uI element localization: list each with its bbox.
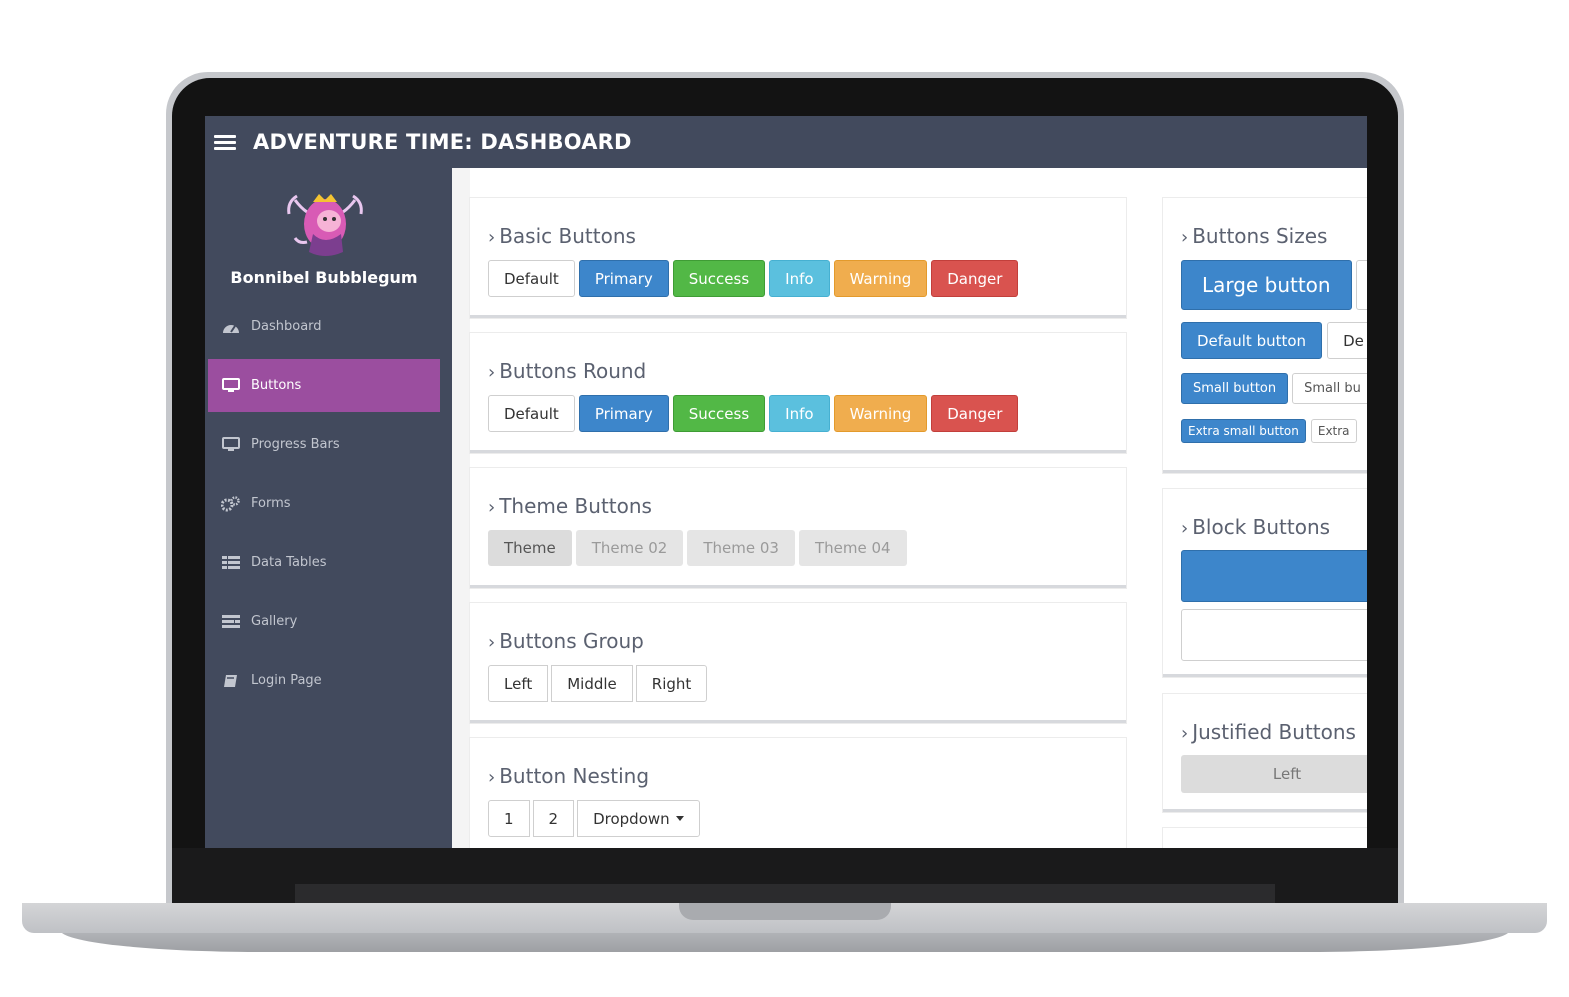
button-row: Default Primary Success Info Warning Dan… xyxy=(488,260,1019,297)
success-button[interactable]: Success xyxy=(672,260,766,297)
sidebar: Bonnibel Bubblegum Dashboard Buttons Pro… xyxy=(205,168,452,848)
sidebar-item-label: Progress Bars xyxy=(251,437,340,452)
dashboard-icon xyxy=(220,319,241,335)
sidebar-item-label: Buttons xyxy=(251,378,302,393)
dropdown-label: Dropdown xyxy=(593,809,670,828)
table-icon xyxy=(220,555,241,571)
group-right-button[interactable]: Right xyxy=(635,665,708,702)
default-button-row: Default button De xyxy=(1181,322,1367,359)
extra-small-default-button[interactable]: Extra xyxy=(1310,419,1357,443)
sidebar-item-label: Forms xyxy=(251,496,291,511)
panel-justified-buttons: › Justified Buttons Left xyxy=(1163,694,1367,812)
default-button[interactable]: Default xyxy=(488,260,575,297)
desktop-icon xyxy=(220,378,241,394)
top-bar: ADVENTURE TIME: DASHBOARD xyxy=(205,116,1367,168)
panel-title: › Buttons Sizes xyxy=(1181,224,1328,248)
sidebar-item-label: Dashboard xyxy=(251,319,322,334)
default-size-default-button[interactable]: De xyxy=(1327,322,1367,359)
group-left-button[interactable]: Left xyxy=(488,665,549,702)
sidebar-item-dashboard[interactable]: Dashboard xyxy=(208,300,440,353)
panel-title: › Buttons Group xyxy=(488,629,644,653)
caret-down-icon xyxy=(675,816,684,821)
panel-button-nesting: › Button Nesting 1 2 Dropdown xyxy=(470,738,1126,848)
user-name: Bonnibel Bubblegum xyxy=(230,268,418,287)
group-middle-button[interactable]: Middle xyxy=(551,665,633,702)
sidebar-item-progress-bars[interactable]: Progress Bars xyxy=(208,418,440,471)
sidebar-item-buttons[interactable]: Buttons xyxy=(208,359,440,412)
nesting-2-button[interactable]: 2 xyxy=(532,800,575,837)
primary-button[interactable]: Primary xyxy=(578,260,669,297)
default-button[interactable]: Default xyxy=(488,395,575,432)
button-group: 1 2 Dropdown xyxy=(488,800,700,837)
panel-theme-buttons: › Theme Buttons Theme Theme 02 Theme 03 T… xyxy=(470,468,1126,588)
book-icon xyxy=(220,673,241,689)
xsmall-button-row: Extra small button Extra xyxy=(1181,419,1357,443)
panel-title: › Justified Buttons xyxy=(1181,720,1356,744)
main-content: › Basic Buttons Default Primary Success I… xyxy=(452,168,1367,848)
warning-button[interactable]: Warning xyxy=(833,395,928,432)
panel-basic-buttons: › Basic Buttons Default Primary Success I… xyxy=(470,198,1126,318)
button-group: Left Middle Right xyxy=(488,665,708,702)
warning-button[interactable]: Warning xyxy=(833,260,928,297)
small-button-row: Small button Small bu xyxy=(1181,373,1367,404)
sidebar-item-data-tables[interactable]: Data Tables xyxy=(208,536,440,589)
info-button[interactable]: Info xyxy=(769,395,830,432)
extra-small-button[interactable]: Extra small button xyxy=(1181,419,1306,443)
primary-button[interactable]: Primary xyxy=(578,395,669,432)
small-button[interactable]: Small button xyxy=(1181,373,1289,404)
sidebar-item-forms[interactable]: Forms xyxy=(208,477,440,530)
panel-block-buttons: › Block Buttons xyxy=(1163,489,1367,677)
button-row: Default Primary Success Info Warning Dan… xyxy=(488,395,1019,432)
theme-button[interactable]: Theme xyxy=(488,530,572,566)
menu-icon[interactable] xyxy=(214,132,236,153)
gallery-icon xyxy=(220,614,241,630)
success-button[interactable]: Success xyxy=(672,395,766,432)
theme-04-button[interactable]: Theme 04 xyxy=(798,530,907,566)
panel-title: › Button Nesting xyxy=(488,764,650,788)
panel-buttons-group: › Buttons Group Left Middle Right xyxy=(470,603,1126,723)
nesting-1-button[interactable]: 1 xyxy=(488,800,530,837)
justified-left-button[interactable]: Left xyxy=(1181,755,1367,793)
app-title: ADVENTURE TIME: DASHBOARD xyxy=(253,130,632,154)
theme-03-button[interactable]: Theme 03 xyxy=(687,530,795,566)
sidebar-item-label: Login Page xyxy=(251,673,322,688)
cogs-icon xyxy=(220,495,241,512)
sidebar-item-login-page[interactable]: Login Page xyxy=(208,654,440,707)
desktop-icon xyxy=(220,437,241,453)
panel-buttons-sizes: › Buttons Sizes Large button Default butt… xyxy=(1163,198,1367,473)
content-gutter xyxy=(452,168,470,848)
large-button[interactable]: Large button xyxy=(1181,260,1352,310)
panel-title: › Buttons Round xyxy=(488,359,647,383)
avatar xyxy=(287,194,363,256)
panel-title: › Basic Buttons xyxy=(488,224,636,248)
default-size-button[interactable]: Default button xyxy=(1181,322,1323,359)
block-default-button[interactable] xyxy=(1181,609,1367,661)
sidebar-item-gallery[interactable]: Gallery xyxy=(208,595,440,648)
laptop-base-shadow xyxy=(60,930,1510,952)
sidebar-item-label: Gallery xyxy=(251,614,298,629)
danger-button[interactable]: Danger xyxy=(931,395,1019,432)
small-default-button[interactable]: Small bu xyxy=(1292,373,1367,404)
panel-next xyxy=(1163,828,1367,848)
sidebar-item-label: Data Tables xyxy=(251,555,327,570)
info-button[interactable]: Info xyxy=(769,260,830,297)
large-button-row: Large button xyxy=(1181,260,1367,310)
dropdown-button[interactable]: Dropdown xyxy=(577,800,700,837)
theme-02-button[interactable]: Theme 02 xyxy=(575,530,684,566)
danger-button[interactable]: Danger xyxy=(931,260,1019,297)
laptop-notch xyxy=(679,903,891,920)
block-primary-button[interactable] xyxy=(1181,550,1367,602)
panel-title: › Theme Buttons xyxy=(488,494,652,518)
panel-title: › Block Buttons xyxy=(1181,515,1331,539)
large-default-button[interactable] xyxy=(1355,260,1367,310)
button-row: Theme Theme 02 Theme 03 Theme 04 xyxy=(488,530,907,566)
panel-buttons-round: › Buttons Round Default Primary Success I… xyxy=(470,333,1126,453)
screen: ADVENTURE TIME: DASHBOARD Bonnibel Bubbl… xyxy=(205,116,1367,848)
